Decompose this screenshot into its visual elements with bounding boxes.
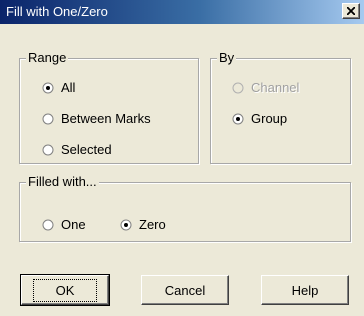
radio-unselected-icon <box>42 113 54 125</box>
radio-selected-icon <box>232 113 244 125</box>
fill-one-radio[interactable]: One <box>42 217 86 232</box>
close-button[interactable] <box>342 3 360 19</box>
fill-one-label: One <box>61 217 86 232</box>
range-between-marks-label: Between Marks <box>61 111 151 126</box>
fill-zero-radio[interactable]: Zero <box>120 217 166 232</box>
radio-disabled-icon <box>232 82 244 94</box>
radio-selected-icon <box>120 219 132 231</box>
by-group-radio[interactable]: Group <box>232 111 287 126</box>
fill-zero-label: Zero <box>139 217 166 232</box>
by-channel-radio[interactable]: Channel <box>232 80 299 95</box>
close-icon <box>347 7 355 15</box>
range-legend: Range <box>26 50 69 65</box>
radio-selected-icon <box>42 82 54 94</box>
range-between-marks-radio[interactable]: Between Marks <box>42 111 151 126</box>
filled-with-legend: Filled with... <box>26 174 99 189</box>
window-title: Fill with One/Zero <box>6 4 108 19</box>
cancel-button-label: Cancel <box>164 282 206 298</box>
by-group-label: Group <box>251 111 288 126</box>
filled-with-group: Filled with... <box>19 174 351 242</box>
ok-button[interactable]: OK <box>20 274 110 306</box>
by-channel-label: Channel <box>251 80 300 95</box>
help-button-label: Help <box>291 282 319 298</box>
range-all-radio[interactable]: All <box>42 80 75 95</box>
title-bar: Fill with One/Zero <box>0 0 364 24</box>
help-button[interactable]: Help <box>261 275 349 305</box>
range-selected-radio[interactable]: Selected <box>42 142 112 157</box>
range-selected-label: Selected <box>61 142 112 157</box>
range-all-label: All <box>61 80 76 95</box>
radio-unselected-icon <box>42 219 54 231</box>
ok-button-label: OK <box>32 278 98 302</box>
cancel-button[interactable]: Cancel <box>141 275 229 305</box>
radio-unselected-icon <box>42 144 54 156</box>
by-legend: By <box>217 50 237 65</box>
